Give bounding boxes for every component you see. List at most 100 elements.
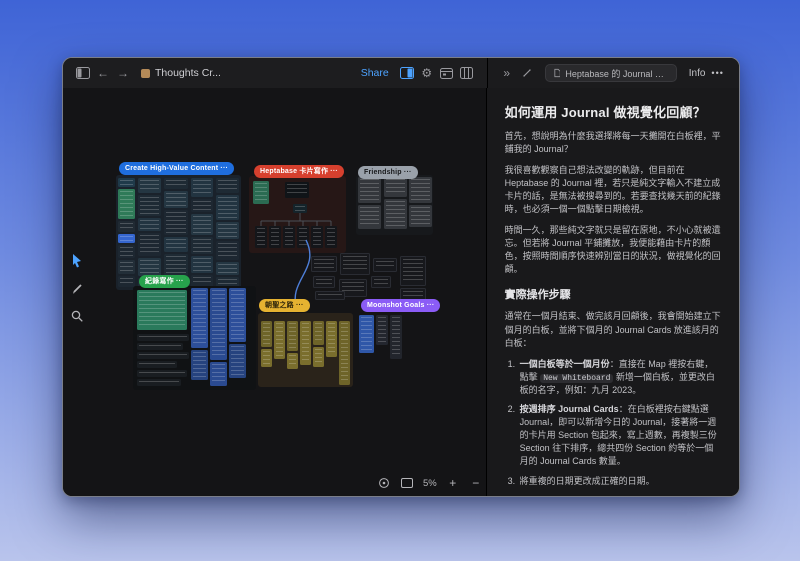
section-heptabase-writing[interactable]	[249, 176, 346, 253]
section-label-moonshot-goals[interactable]: Moonshot Goals ···	[361, 299, 440, 312]
mini-card[interactable]	[373, 258, 397, 272]
mini-card[interactable]	[137, 334, 189, 341]
mini-card[interactable]	[118, 189, 135, 219]
mini-card[interactable]	[118, 221, 135, 232]
mini-card[interactable]	[118, 260, 135, 274]
mini-card[interactable]	[311, 256, 337, 272]
document-panel[interactable]: 如何運用 Journal 做視覺化回顧？ 首先，想說明為什麼我選擇將每一天攤開在…	[487, 88, 739, 496]
mini-card[interactable]	[137, 290, 187, 330]
mini-card[interactable]	[216, 241, 239, 260]
mini-card[interactable]	[326, 321, 337, 357]
section-label-journal-writing[interactable]: 紀錄寫作 ···	[139, 275, 190, 288]
mini-card[interactable]	[191, 214, 213, 235]
select-cursor-icon[interactable]	[68, 251, 86, 269]
mini-card[interactable]	[269, 226, 281, 248]
section-label-pilgrimage[interactable]: 朝聖之路 ···	[259, 299, 310, 312]
mini-card[interactable]	[255, 226, 267, 248]
share-button[interactable]: Share	[361, 67, 389, 79]
mini-card[interactable]	[164, 237, 188, 252]
mini-card[interactable]	[358, 177, 381, 203]
section-friendship[interactable]	[356, 175, 433, 235]
mini-card[interactable]	[118, 245, 135, 258]
mini-card[interactable]	[293, 204, 307, 213]
section-moonshot-goals[interactable]	[359, 315, 403, 370]
mini-card[interactable]	[287, 321, 298, 351]
whiteboard-canvas[interactable]: Create High-Value Content ··· Heptabase …	[63, 88, 487, 496]
mini-card[interactable]	[137, 343, 183, 350]
mini-card[interactable]	[253, 181, 269, 204]
pen-tool-icon[interactable]	[68, 279, 86, 297]
mini-card[interactable]	[138, 233, 161, 256]
document-tab[interactable]: Heptabase 的 Journal 使用方...	[545, 64, 677, 82]
mini-card[interactable]	[210, 288, 227, 360]
mini-card[interactable]	[371, 276, 391, 288]
sidebar-toggle-icon[interactable]	[73, 63, 93, 83]
mini-card[interactable]	[118, 276, 135, 287]
section-label-friendship[interactable]: Friendship ···	[358, 166, 418, 179]
mini-card[interactable]	[359, 315, 374, 353]
mini-card[interactable]	[191, 178, 213, 197]
mini-card[interactable]	[300, 321, 311, 365]
mini-card[interactable]	[384, 199, 407, 229]
mini-card[interactable]	[313, 276, 335, 288]
mini-card[interactable]	[191, 350, 208, 380]
mini-card[interactable]	[137, 352, 189, 359]
mini-card[interactable]	[138, 195, 161, 216]
mini-card[interactable]	[191, 288, 208, 348]
mini-card[interactable]	[358, 205, 381, 229]
info-button[interactable]: Info	[689, 68, 706, 79]
section-create-high-value-content[interactable]	[116, 175, 241, 290]
split-view-icon[interactable]	[397, 63, 417, 83]
section-label-heptabase-writing[interactable]: Heptabase 卡片寫作 ···	[254, 165, 344, 178]
zoom-level[interactable]: 5%	[423, 478, 437, 489]
mini-card[interactable]	[261, 321, 272, 347]
settings-gear-icon[interactable]: ⚙	[417, 63, 437, 83]
mini-card[interactable]	[191, 237, 213, 254]
mini-card[interactable]	[164, 178, 188, 189]
mini-card[interactable]	[339, 321, 350, 385]
more-menu-button[interactable]: •••	[711, 68, 723, 78]
mini-card[interactable]	[118, 234, 135, 243]
mini-card[interactable]	[409, 205, 432, 227]
kanban-grid-icon[interactable]	[457, 63, 477, 83]
mini-card[interactable]	[325, 226, 337, 248]
mini-card[interactable]	[315, 291, 345, 300]
mini-card[interactable]	[400, 256, 426, 286]
mini-card[interactable]	[274, 321, 285, 359]
forward-button[interactable]: →	[113, 63, 133, 83]
mini-card[interactable]	[285, 182, 309, 198]
mini-card[interactable]	[287, 353, 298, 369]
whiteboard-title[interactable]: Thoughts Cr...	[141, 67, 221, 79]
mini-card[interactable]	[191, 256, 213, 273]
mini-card[interactable]	[210, 362, 227, 386]
mini-card[interactable]	[261, 349, 272, 367]
mini-card[interactable]	[138, 218, 161, 231]
mini-card[interactable]	[191, 199, 213, 212]
mini-card[interactable]	[164, 191, 188, 208]
mini-card[interactable]	[283, 226, 295, 248]
zoom-in-button[interactable]: +	[446, 476, 460, 490]
mini-card[interactable]	[376, 315, 388, 345]
mini-card[interactable]	[216, 195, 239, 220]
mini-card[interactable]	[384, 177, 407, 197]
mini-card[interactable]	[297, 226, 309, 248]
mini-card[interactable]	[313, 347, 324, 367]
back-button[interactable]: ←	[93, 63, 113, 83]
section-label-create-high-value-content[interactable]: Create High-Value Content ···	[119, 162, 234, 175]
mini-card[interactable]	[216, 222, 239, 239]
mini-card[interactable]	[340, 253, 370, 275]
mini-card[interactable]	[137, 379, 181, 386]
search-icon[interactable]	[68, 307, 86, 325]
journal-calendar-icon[interactable]	[437, 63, 457, 83]
mini-card[interactable]	[138, 258, 161, 276]
locate-target-icon[interactable]	[377, 476, 391, 490]
mini-card[interactable]	[229, 344, 246, 378]
section-journal-writing[interactable]	[133, 286, 256, 390]
mini-card[interactable]	[216, 262, 239, 275]
zoom-out-button[interactable]: −	[469, 476, 483, 490]
mini-card[interactable]	[409, 177, 432, 203]
collapse-panel-icon[interactable]: »	[497, 63, 517, 83]
mini-card[interactable]	[229, 288, 246, 342]
mini-card[interactable]	[390, 315, 402, 359]
mini-card[interactable]	[118, 178, 135, 187]
